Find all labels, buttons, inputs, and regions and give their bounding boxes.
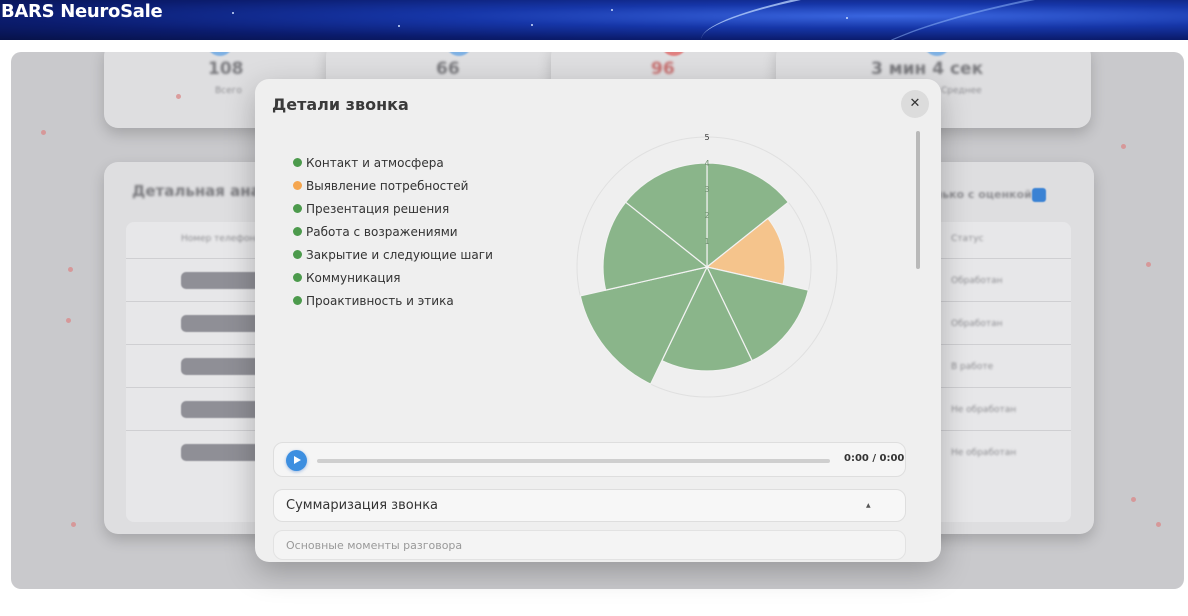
- audio-player: 0:00 / 0:00: [273, 442, 906, 477]
- decor-dot: [66, 318, 71, 323]
- legend-dot: [293, 250, 302, 259]
- decor-dot: [71, 522, 76, 527]
- audio-time: 0:00 / 0:00: [844, 453, 905, 464]
- decor-dot: [41, 130, 46, 135]
- legend-item[interactable]: Закрытие и следующие шаги: [293, 243, 493, 266]
- stat-value: 3 мин 4 сек: [871, 59, 984, 79]
- summary-accordion[interactable]: Суммаризация звонка ▲: [273, 489, 906, 522]
- modal-scrollbar[interactable]: [916, 131, 920, 269]
- status-text: Не обработан: [951, 448, 1017, 458]
- status-text: Не обработан: [951, 405, 1017, 415]
- stat-icon: [446, 52, 472, 56]
- tick-label: 5: [704, 133, 709, 142]
- filter-toggle[interactable]: [1032, 188, 1046, 202]
- tick-label: 1: [704, 237, 709, 246]
- tick-label: 4: [704, 159, 709, 168]
- chart-legend: Контакт и атмосфера Выявление потребност…: [293, 151, 493, 312]
- stat-value: 96: [651, 59, 675, 79]
- decor-dot: [1146, 262, 1151, 267]
- status-text: Обработан: [951, 276, 1003, 286]
- key-moments-title: Основные моменты разговора: [286, 539, 463, 552]
- status-text: В работе: [951, 362, 994, 372]
- decor-dot: [1121, 144, 1126, 149]
- banner-star: [531, 24, 533, 26]
- legend-label: Контакт и атмосфера: [306, 155, 444, 170]
- legend-label: Закрытие и следующие шаги: [306, 247, 493, 262]
- stat-icon: [924, 52, 950, 56]
- audio-progress-track[interactable]: [317, 459, 830, 463]
- stat-icon: [661, 52, 687, 56]
- legend-label: Коммуникация: [306, 270, 401, 285]
- legend-label: Выявление потребностей: [306, 178, 469, 193]
- column-header-phone: Номер телефона: [181, 234, 261, 244]
- decor-dot: [1156, 522, 1161, 527]
- app-brand[interactable]: BARS NeuroSale: [1, 1, 163, 22]
- banner-star: [846, 17, 848, 19]
- tick-label: 2: [704, 211, 709, 220]
- legend-dot: [293, 181, 302, 190]
- chevron-up-icon: ▲: [866, 502, 871, 509]
- stat-icon: [207, 52, 233, 56]
- summary-title: Суммаризация звонка: [286, 498, 439, 513]
- legend-label: Работа с возражениями: [306, 224, 458, 239]
- stat-value: 66: [436, 59, 460, 79]
- stat-caption: Среднее: [941, 86, 982, 96]
- decor-dot: [68, 267, 73, 272]
- legend-item[interactable]: Контакт и атмосфера: [293, 151, 493, 174]
- legend-label: Презентация решения: [306, 201, 450, 216]
- call-details-modal: Детали звонка ✕ Контакт и атмосфера Выяв…: [255, 79, 941, 562]
- legend-dot: [293, 296, 302, 305]
- banner-star: [398, 25, 400, 27]
- legend-dot: [293, 227, 302, 236]
- legend-dot: [293, 158, 302, 167]
- legend-item[interactable]: Выявление потребностей: [293, 174, 493, 197]
- status-text: Обработан: [951, 319, 1003, 329]
- decor-dot: [1131, 497, 1136, 502]
- decor-dot: [176, 94, 181, 99]
- column-header-status: Статус: [951, 234, 984, 244]
- play-button[interactable]: [286, 450, 307, 471]
- stat-value: 108: [208, 59, 244, 79]
- legend-item[interactable]: Проактивность и этика: [293, 289, 493, 312]
- modal-title: Детали звонка: [272, 95, 409, 114]
- tick-label: 3: [704, 185, 709, 194]
- top-banner: BARS NeuroSale: [0, 0, 1188, 40]
- legend-item[interactable]: Работа с возражениями: [293, 220, 493, 243]
- legend-item[interactable]: Коммуникация: [293, 266, 493, 289]
- banner-star: [611, 9, 613, 11]
- polar-area-chart: 1 2 3 4 5: [576, 133, 838, 398]
- close-button[interactable]: ✕: [901, 90, 929, 118]
- legend-dot: [293, 273, 302, 282]
- key-moments-section[interactable]: Основные моменты разговора: [273, 530, 906, 560]
- legend-dot: [293, 204, 302, 213]
- stat-caption: Всего: [215, 86, 242, 96]
- banner-star: [232, 12, 234, 14]
- legend-item[interactable]: Презентация решения: [293, 197, 493, 220]
- legend-label: Проактивность и этика: [306, 293, 454, 308]
